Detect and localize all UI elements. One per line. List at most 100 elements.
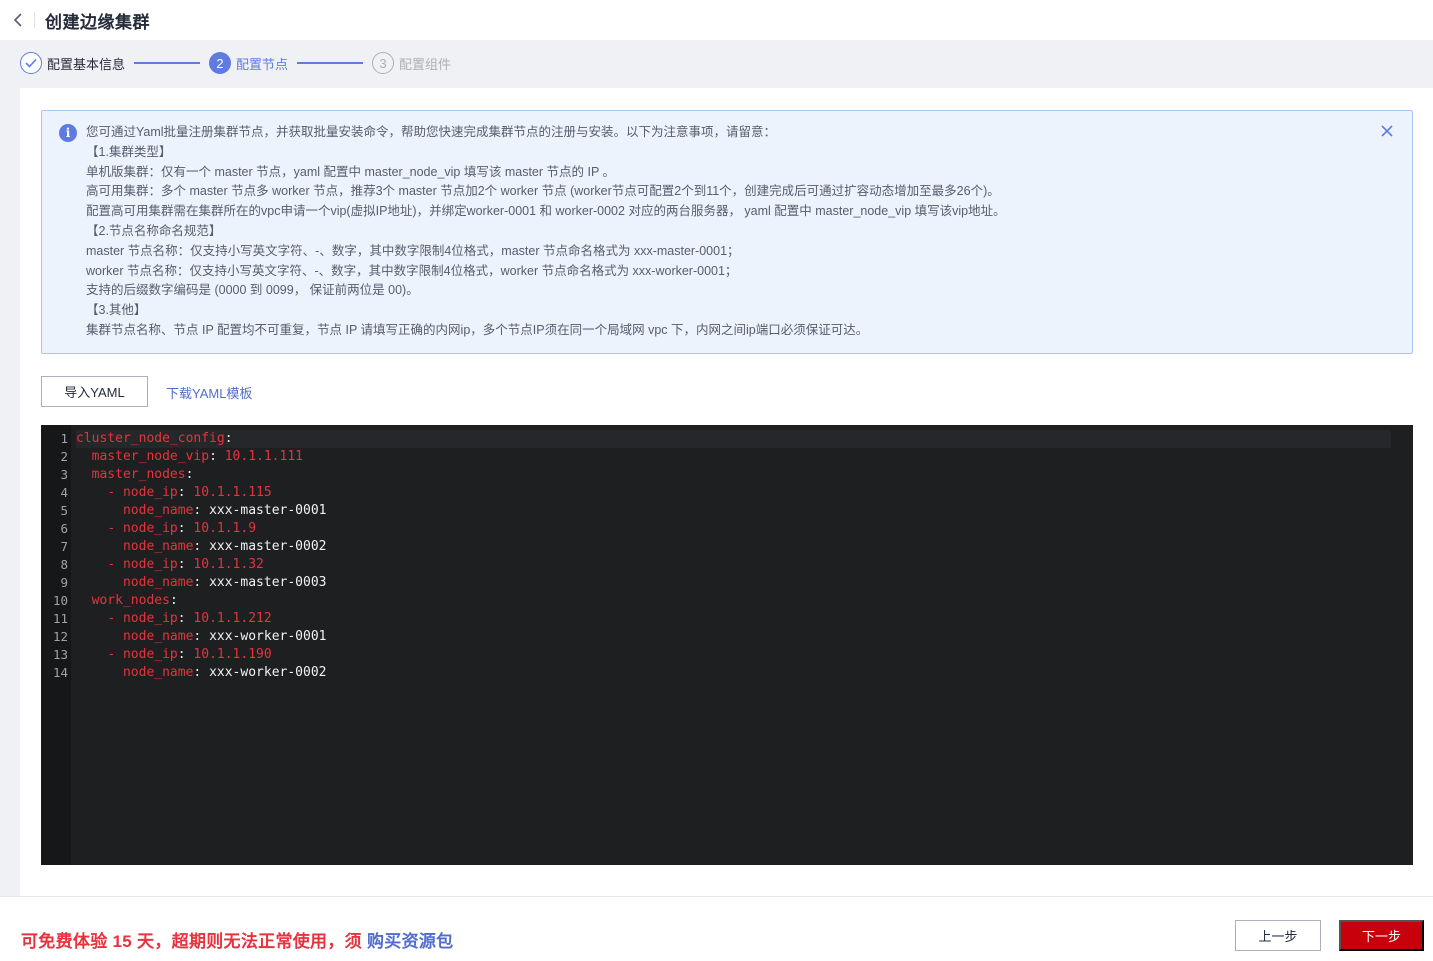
yaml-key: node_name: [122, 539, 194, 554]
yaml-value: xxx-worker-0001: [209, 629, 327, 644]
yaml-key: master_nodes: [91, 467, 186, 482]
code-line: node_name: xxx-master-0001: [76, 502, 1413, 520]
code-line: cluster_node_config:: [76, 430, 1391, 448]
yaml-dash: -: [107, 521, 123, 536]
code-line: work_nodes:: [76, 592, 1413, 610]
notice-line: 【3.其他】: [86, 303, 147, 318]
yaml-key: cluster_node_config: [76, 431, 225, 446]
notice-line: 配置高可用集群需在集群所在的vpc申请一个vip(虚拟IP地址)，并绑定work…: [86, 204, 1006, 219]
yaml-colon: :: [193, 665, 202, 680]
code-line: master_node_vip: 10.1.1.111: [76, 448, 1413, 466]
yaml-dash: -: [107, 647, 123, 662]
yaml-colon: :: [193, 629, 202, 644]
notice-line: worker 节点名称：仅支持小写英文字符、-、数字，其中数字限制4位格式，wo…: [86, 263, 738, 278]
line-number: 4: [60, 485, 68, 500]
step-label: 配置组件: [399, 56, 452, 72]
close-icon[interactable]: [1378, 122, 1396, 140]
yaml-key: node_ip: [122, 557, 178, 572]
code-line: node_name: xxx-master-0003: [76, 574, 1413, 592]
step-label: 配置基本信息: [47, 56, 126, 72]
step-nodes: 2 配置节点: [209, 52, 288, 74]
yaml-colon: :: [177, 557, 186, 572]
yaml-colon: :: [193, 503, 202, 518]
next-step-button[interactable]: 下一步: [1339, 920, 1424, 951]
yaml-value: 10.1.1.111: [224, 449, 303, 464]
yaml-colon: :: [193, 575, 202, 590]
step-connector: [297, 62, 364, 64]
yaml-colon: :: [193, 539, 202, 554]
yaml-key: node_name: [122, 629, 194, 644]
yaml-colon: :: [224, 431, 233, 446]
download-yaml-template-link[interactable]: 下载YAML模板: [166, 383, 252, 402]
code-line: master_nodes:: [76, 466, 1413, 484]
main-panel: i 您可通过Yaml批量注册集群节点，并获取批量安装命令，帮助您快速完成集群节点…: [20, 88, 1433, 896]
line-number: 3: [60, 467, 68, 482]
stepper: 配置基本信息 2 配置节点 3 配置组件: [0, 40, 1433, 86]
chevron-left-icon[interactable]: [4, 6, 32, 34]
code-line: - node_ip: 10.1.1.32: [76, 556, 1413, 574]
yaml-key: master_node_vip: [91, 449, 210, 464]
yaml-editor[interactable]: 1 2 3 4 5 6 7 8 9 10 11 12 13 14 cluster_node_config:…: [41, 425, 1413, 865]
yaml-key: node_ip: [122, 521, 178, 536]
code-line: node_name: xxx-master-0002: [76, 538, 1413, 556]
previous-step-button[interactable]: 上一步: [1235, 920, 1321, 951]
buy-resource-package-link[interactable]: 购买资源包: [367, 932, 454, 951]
yaml-colon: :: [177, 521, 186, 536]
step-connector: [134, 62, 201, 64]
line-number: 6: [60, 521, 68, 536]
code-area[interactable]: cluster_node_config: master_node_vip: 10…: [71, 425, 1413, 865]
yaml-key: work_nodes: [91, 593, 170, 608]
yaml-value: xxx-master-0001: [209, 503, 327, 518]
top-bar: 创建边缘集群: [0, 0, 1433, 40]
step-number: 2: [209, 52, 232, 74]
trial-notice: 可免费体验 15 天，超期则无法正常使用，须 购买资源包: [21, 927, 453, 952]
yaml-key: node_ip: [122, 485, 178, 500]
step-components: 3 配置组件: [372, 52, 451, 74]
step-basic-info: 配置基本信息: [20, 52, 125, 74]
line-number: 9: [60, 575, 68, 590]
yaml-value: 10.1.1.115: [193, 485, 272, 500]
check-icon: [20, 52, 42, 74]
yaml-value: 10.1.1.212: [193, 611, 272, 626]
trial-text: 可免费体验 15 天，超期则无法正常使用，须: [21, 932, 367, 951]
yaml-dash: -: [107, 485, 123, 500]
notice-line: 集群节点名称、节点 IP 配置均不可重复，节点 IP 请填写正确的内网ip，多个…: [86, 322, 869, 337]
yaml-value: 10.1.1.32: [193, 557, 264, 572]
yaml-colon: :: [177, 611, 186, 626]
line-number: 7: [60, 539, 68, 554]
notice-line: 高可用集群：多个 master 节点多 worker 节点，推荐3个 maste…: [86, 184, 1000, 199]
import-yaml-button[interactable]: 导入YAML: [41, 376, 148, 407]
yaml-key: node_ip: [122, 647, 178, 662]
yaml-value: 10.1.1.9: [193, 521, 257, 536]
code-line: node_name: xxx-worker-0001: [76, 628, 1413, 646]
line-number: 1: [60, 431, 68, 446]
footer-bar: 可免费体验 15 天，超期则无法正常使用，须 购买资源包 上一步 下一步: [0, 896, 1433, 961]
notice-alert: i 您可通过Yaml批量注册集群节点，并获取批量安装命令，帮助您快速完成集群节点…: [41, 110, 1413, 354]
step-number: 3: [372, 52, 395, 74]
yaml-colon: :: [177, 485, 186, 500]
line-number: 11: [52, 611, 68, 626]
code-line: - node_ip: 10.1.1.9: [76, 520, 1413, 538]
code-line: - node_ip: 10.1.1.190: [76, 646, 1413, 664]
code-line: node_name: xxx-worker-0002: [76, 664, 1413, 682]
line-number-gutter: 1 2 3 4 5 6 7 8 9 10 11 12 13 14: [41, 425, 71, 865]
yaml-key: node_name: [122, 503, 194, 518]
yaml-colon: :: [169, 593, 178, 608]
line-number: 12: [52, 629, 68, 644]
line-number: 10: [52, 593, 68, 608]
yaml-value: xxx-master-0003: [209, 575, 327, 590]
step-label: 配置节点: [236, 56, 289, 72]
notice-line: 您可通过Yaml批量注册集群节点，并获取批量安装命令，帮助您快速完成集群节点的注…: [86, 125, 777, 139]
page-title: 创建边缘集群: [45, 12, 150, 32]
notice-line: 【2.节点名称命名规范】: [86, 223, 222, 238]
yaml-value: xxx-master-0002: [209, 539, 327, 554]
yaml-value: xxx-worker-0002: [209, 665, 327, 680]
code-line: - node_ip: 10.1.1.212: [76, 610, 1413, 628]
yaml-key: node_name: [122, 665, 194, 680]
yaml-dash: -: [107, 557, 123, 572]
notice-line: 单机版集群：仅有一个 master 节点，yaml 配置中 master_nod…: [86, 164, 616, 179]
line-number: 5: [60, 503, 68, 518]
code-line: - node_ip: 10.1.1.115: [76, 484, 1413, 502]
yaml-colon: :: [209, 449, 217, 464]
notice-line: 【1.集群类型】: [86, 144, 172, 159]
